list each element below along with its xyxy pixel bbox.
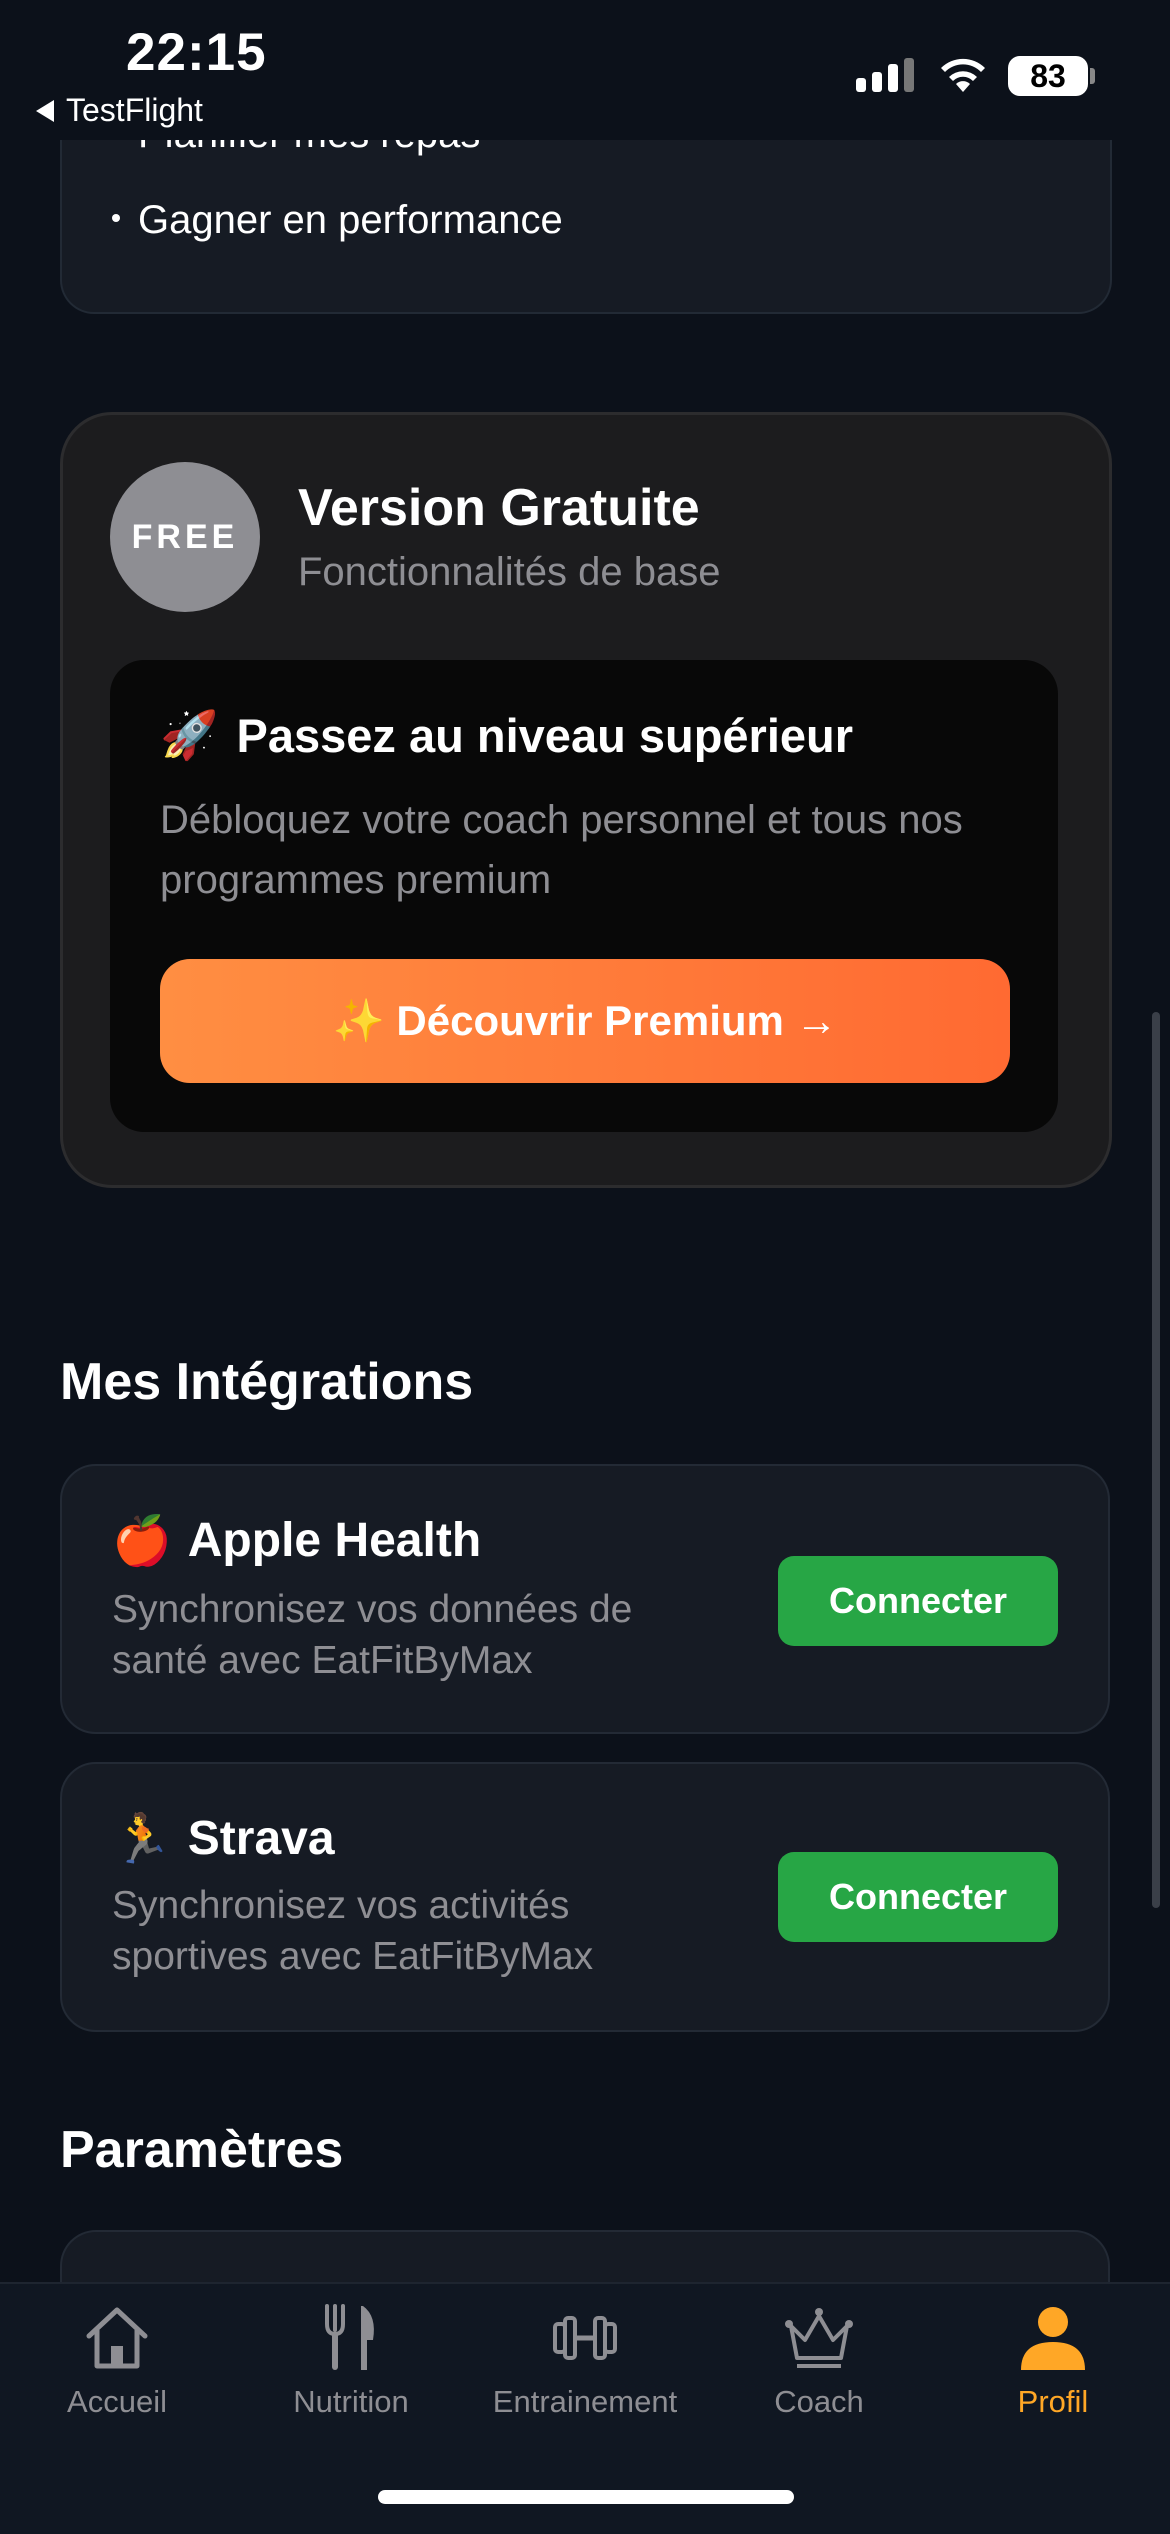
scrollbar[interactable] (1152, 1012, 1160, 1908)
dumbbell-icon (553, 2316, 617, 2360)
plan-badge: FREE (110, 462, 260, 612)
integration-title: 🍎 Apple Health (112, 1513, 482, 1569)
plan-subtitle: Fonctionnalités de base (298, 550, 721, 594)
tab-nutrition[interactable]: Nutrition (234, 2300, 468, 2420)
battery-indicator: 83 (1008, 56, 1088, 96)
tab-label: Profil (1017, 2384, 1089, 2419)
integration-description: Synchronisez vos données de santé avec E… (112, 1588, 633, 1682)
integration-description: Synchronisez vos activités sportives ave… (112, 1884, 594, 1978)
plan-title: Version Gratuite (298, 479, 700, 537)
runner-icon: 🏃 (112, 1811, 172, 1867)
upsell-title-text: Passez au niveau supérieur (236, 709, 854, 762)
back-arrow-icon (36, 99, 54, 122)
tab-label: Accueil (67, 2384, 167, 2419)
back-label: TestFlight (66, 92, 203, 128)
cellular-signal-icon (856, 58, 914, 92)
tab-profil[interactable]: Profil (936, 2300, 1170, 2420)
connect-strava-button[interactable]: Connecter (778, 1852, 1058, 1942)
goal-item: Gagner en performance (112, 198, 563, 243)
battery-tip (1090, 68, 1095, 84)
crown-icon (785, 2308, 853, 2368)
tab-entrainement[interactable]: Entrainement (468, 2300, 702, 2420)
wifi-icon (941, 58, 985, 92)
integration-title: 🏃 Strava (112, 1811, 335, 1867)
tab-label: Nutrition (293, 2384, 409, 2419)
integrations-title: Mes Intégrations (60, 1353, 474, 1411)
person-icon (1021, 2307, 1085, 2370)
fork-knife-icon (325, 2304, 374, 2370)
upsell-description: Débloquez votre coach personnel et tous … (160, 798, 963, 902)
upsell-title: 🚀 Passez au niveau supérieur (160, 708, 853, 763)
back-to-testflight[interactable]: TestFlight (36, 92, 203, 129)
tab-coach[interactable]: Coach (702, 2300, 936, 2420)
status-time: 22:15 (126, 23, 267, 82)
rocket-icon: 🚀 (160, 708, 219, 763)
tab-label: Entrainement (492, 2384, 678, 2419)
tab-label: Coach (774, 2384, 864, 2419)
home-indicator[interactable] (378, 2490, 794, 2504)
home-icon (86, 2307, 148, 2369)
discover-premium-button[interactable]: ✨ Découvrir Premium → (160, 959, 1010, 1083)
tab-accueil[interactable]: Accueil (0, 2300, 234, 2420)
connect-apple-health-button[interactable]: Connecter (778, 1556, 1058, 1646)
settings-title: Paramètres (60, 2121, 344, 2179)
apple-icon: 🍎 (112, 1513, 172, 1569)
